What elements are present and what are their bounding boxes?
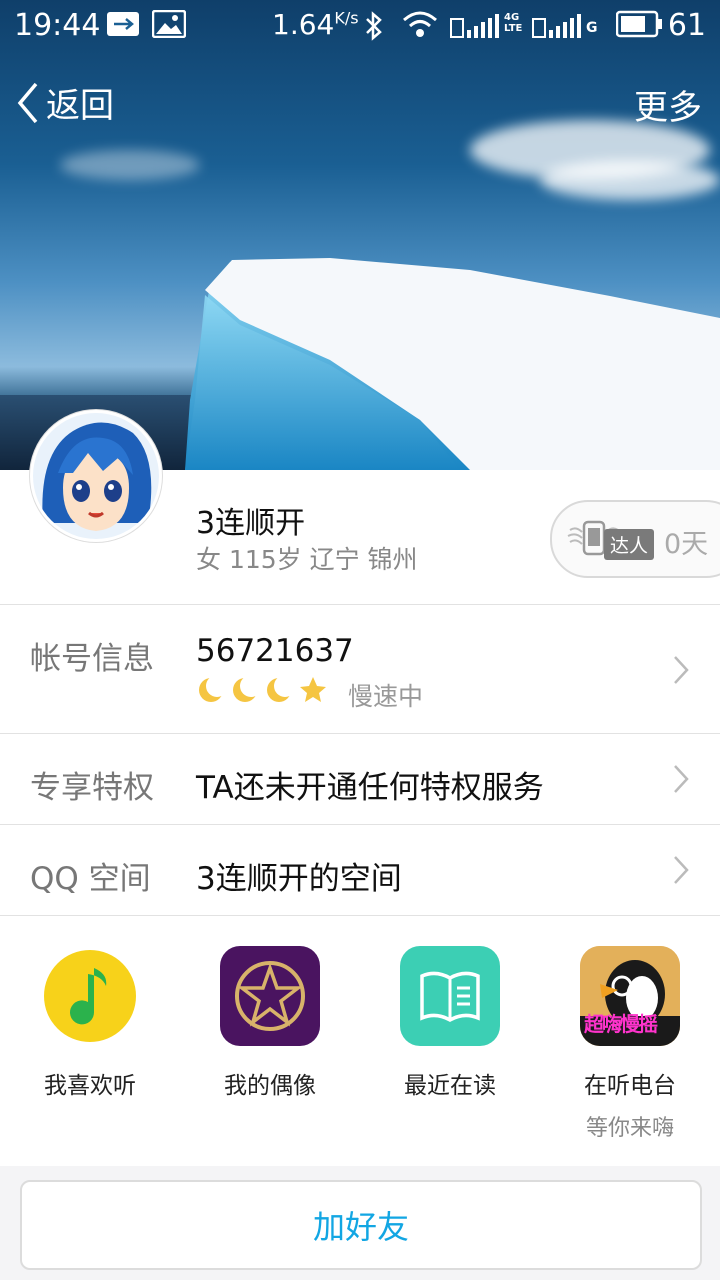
account-label: 帐号信息 (30, 641, 154, 677)
clock: 19:44 (14, 8, 101, 43)
qzone-row[interactable]: QQ 空间 3连顺开的空间 (0, 824, 720, 915)
star-icon (300, 677, 326, 702)
image-icon (151, 9, 187, 46)
battery-level: 61 (667, 8, 706, 43)
expert-badge[interactable]: 达人 0天 (550, 500, 720, 578)
speed-value: 1.64 (272, 8, 335, 41)
bottom-bar: 加好友 (0, 1166, 720, 1280)
status-bar: 19:44 1.64K/s 4G LTE G 61 (0, 0, 720, 52)
qzone-value: 3连顺开的空间 (196, 861, 402, 897)
iceberg (185, 258, 720, 470)
qzone-label: QQ 空间 (30, 861, 151, 897)
chevron-right-icon (674, 656, 689, 684)
app-reading[interactable]: 最近在读 (360, 946, 540, 1100)
network-speed: 1.64K/s (272, 8, 359, 41)
wifi-icon (402, 10, 438, 48)
more-button[interactable]: 更多 (634, 80, 702, 129)
battery-icon (615, 10, 662, 46)
speed-status: 慢速中 (348, 682, 424, 711)
network-type-tag-2: G (586, 20, 598, 36)
star-idol-icon (220, 946, 320, 1046)
speed-unit: K/s (334, 8, 359, 28)
moon-icon (267, 675, 294, 702)
qq-music-icon (40, 946, 140, 1046)
privilege-value: TA还未开通任何特权服务 (196, 770, 544, 806)
app-sublabel: 等你来嗨 (585, 1116, 674, 1141)
app-radio[interactable]: 超嗨慢摇 在听电台 等你来嗨 (540, 946, 720, 1142)
chevron-right-icon (674, 856, 689, 884)
moon-icon (233, 675, 260, 702)
network-type-tag: 4G LTE (504, 12, 523, 34)
book-icon (400, 946, 500, 1046)
signal-sim2-icon: G (532, 10, 600, 50)
nickname: 3连顺开 (196, 506, 306, 541)
app-label: 在听电台 (584, 1073, 676, 1099)
badge-days: 0天 (664, 529, 709, 560)
chevron-right-icon (674, 765, 689, 793)
back-label: 返回 (46, 86, 114, 126)
radio-icon-text: 超嗨慢摇 (584, 1012, 658, 1036)
cover-photo[interactable] (0, 0, 720, 470)
bluetooth-icon (362, 10, 386, 50)
app-label: 最近在读 (404, 1073, 496, 1099)
account-info-row[interactable]: 帐号信息 56721637 慢速中 (0, 604, 720, 733)
signal-sim1-icon: 4G LTE (450, 10, 522, 50)
qq-number: 56721637 (196, 633, 354, 669)
level-icons (196, 675, 328, 705)
profile-info: 女 115岁 辽宁 锦州 (196, 545, 418, 574)
app-label: 我喜欢听 (44, 1073, 136, 1099)
privilege-row[interactable]: 专享特权 TA还未开通任何特权服务 (0, 733, 720, 824)
usb-icon (106, 10, 140, 45)
moon-icon (199, 675, 226, 702)
app-idol[interactable]: 我的偶像 (180, 946, 360, 1100)
app-music[interactable]: 我喜欢听 (0, 946, 180, 1100)
penguin-radio-icon: 超嗨慢摇 (580, 946, 680, 1046)
app-label: 我的偶像 (224, 1073, 316, 1099)
avatar[interactable] (30, 410, 162, 542)
chevron-left-icon (17, 82, 38, 123)
privilege-label: 专享特权 (30, 770, 154, 806)
badge-tag: 达人 (604, 529, 655, 560)
add-friend-button[interactable]: 加好友 (20, 1180, 702, 1270)
back-button[interactable]: 返回 (16, 78, 114, 127)
app-grid: 我喜欢听 我的偶像 最近在读 超嗨慢摇 在听电台 等你来嗨 (0, 915, 720, 1167)
